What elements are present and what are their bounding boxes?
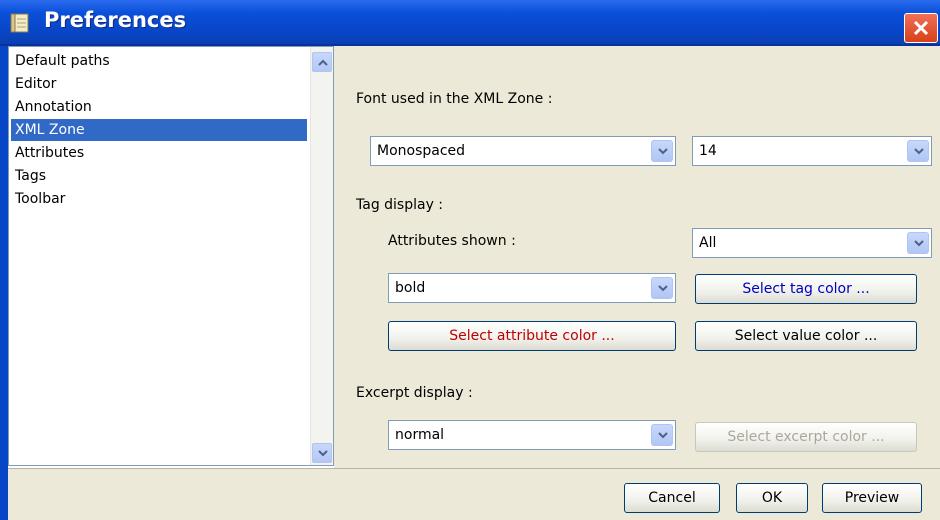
tag-style-dropdown-button[interactable] <box>651 277 673 299</box>
attributes-shown-select[interactable]: All <box>692 228 932 258</box>
select-excerpt-color-button[interactable]: Select excerpt color ... <box>695 422 917 452</box>
sidebar-item-toolbar[interactable]: Toolbar <box>11 188 307 210</box>
tag-display-label: Tag display : <box>356 197 444 213</box>
select-tag-color-button[interactable]: Select tag color ... <box>695 274 917 304</box>
chevron-down-icon <box>658 285 668 292</box>
attributes-shown-value: All <box>699 235 717 251</box>
sidebar-item-tags[interactable]: Tags <box>11 165 307 187</box>
window-frame-left <box>0 46 8 520</box>
font-size-select[interactable]: 14 <box>692 136 932 166</box>
excerpt-style-select[interactable]: normal <box>388 420 676 450</box>
chevron-down-icon <box>914 148 924 155</box>
preferences-icon <box>10 12 32 34</box>
attributes-shown-dropdown-button[interactable] <box>907 232 929 254</box>
chevron-down-icon <box>658 148 668 155</box>
dialog-button-bar: Cancel OK Preview <box>8 468 940 520</box>
select-attribute-color-button[interactable]: Select attribute color ... <box>388 321 676 351</box>
chevron-down-icon <box>318 450 328 457</box>
title-bar[interactable]: Preferences <box>0 0 940 46</box>
tag-style-select[interactable]: bold <box>388 273 676 303</box>
select-value-color-button[interactable]: Select value color ... <box>695 321 917 351</box>
tag-style-value: bold <box>395 280 426 296</box>
font-section-label: Font used in the XML Zone : <box>356 91 553 107</box>
font-size-value: 14 <box>699 143 717 159</box>
close-icon <box>913 20 929 36</box>
font-family-dropdown-button[interactable] <box>651 140 673 162</box>
excerpt-style-value: normal <box>395 427 445 443</box>
sidebar-item-annotation[interactable]: Annotation <box>11 96 307 118</box>
list-scrollbar[interactable] <box>310 47 333 465</box>
excerpt-display-label: Excerpt display : <box>356 385 473 401</box>
font-family-select[interactable]: Monospaced <box>370 136 676 166</box>
sidebar-item-xml-zone[interactable]: XML Zone <box>11 119 307 141</box>
preview-button[interactable]: Preview <box>822 483 922 513</box>
cancel-button[interactable]: Cancel <box>624 483 720 513</box>
sidebar-item-attributes[interactable]: Attributes <box>11 142 307 164</box>
attributes-shown-label: Attributes shown : <box>388 233 516 249</box>
sidebar-item-editor[interactable]: Editor <box>11 73 307 95</box>
sidebar-item-default-paths[interactable]: Default paths <box>11 50 307 72</box>
close-button[interactable] <box>904 13 938 43</box>
chevron-down-icon <box>914 240 924 247</box>
font-size-dropdown-button[interactable] <box>907 140 929 162</box>
excerpt-style-dropdown-button[interactable] <box>651 424 673 446</box>
ok-button[interactable]: OK <box>736 483 808 513</box>
settings-panel: Font used in the XML Zone : Monospaced 1… <box>340 46 940 468</box>
category-list[interactable]: Default paths Editor Annotation XML Zone… <box>8 46 334 466</box>
font-family-value: Monospaced <box>377 143 466 159</box>
scroll-down-button[interactable] <box>312 443 332 463</box>
chevron-down-icon <box>658 432 668 439</box>
window-title: Preferences <box>44 8 187 32</box>
chevron-up-icon <box>318 59 328 66</box>
scroll-up-button[interactable] <box>312 52 332 72</box>
